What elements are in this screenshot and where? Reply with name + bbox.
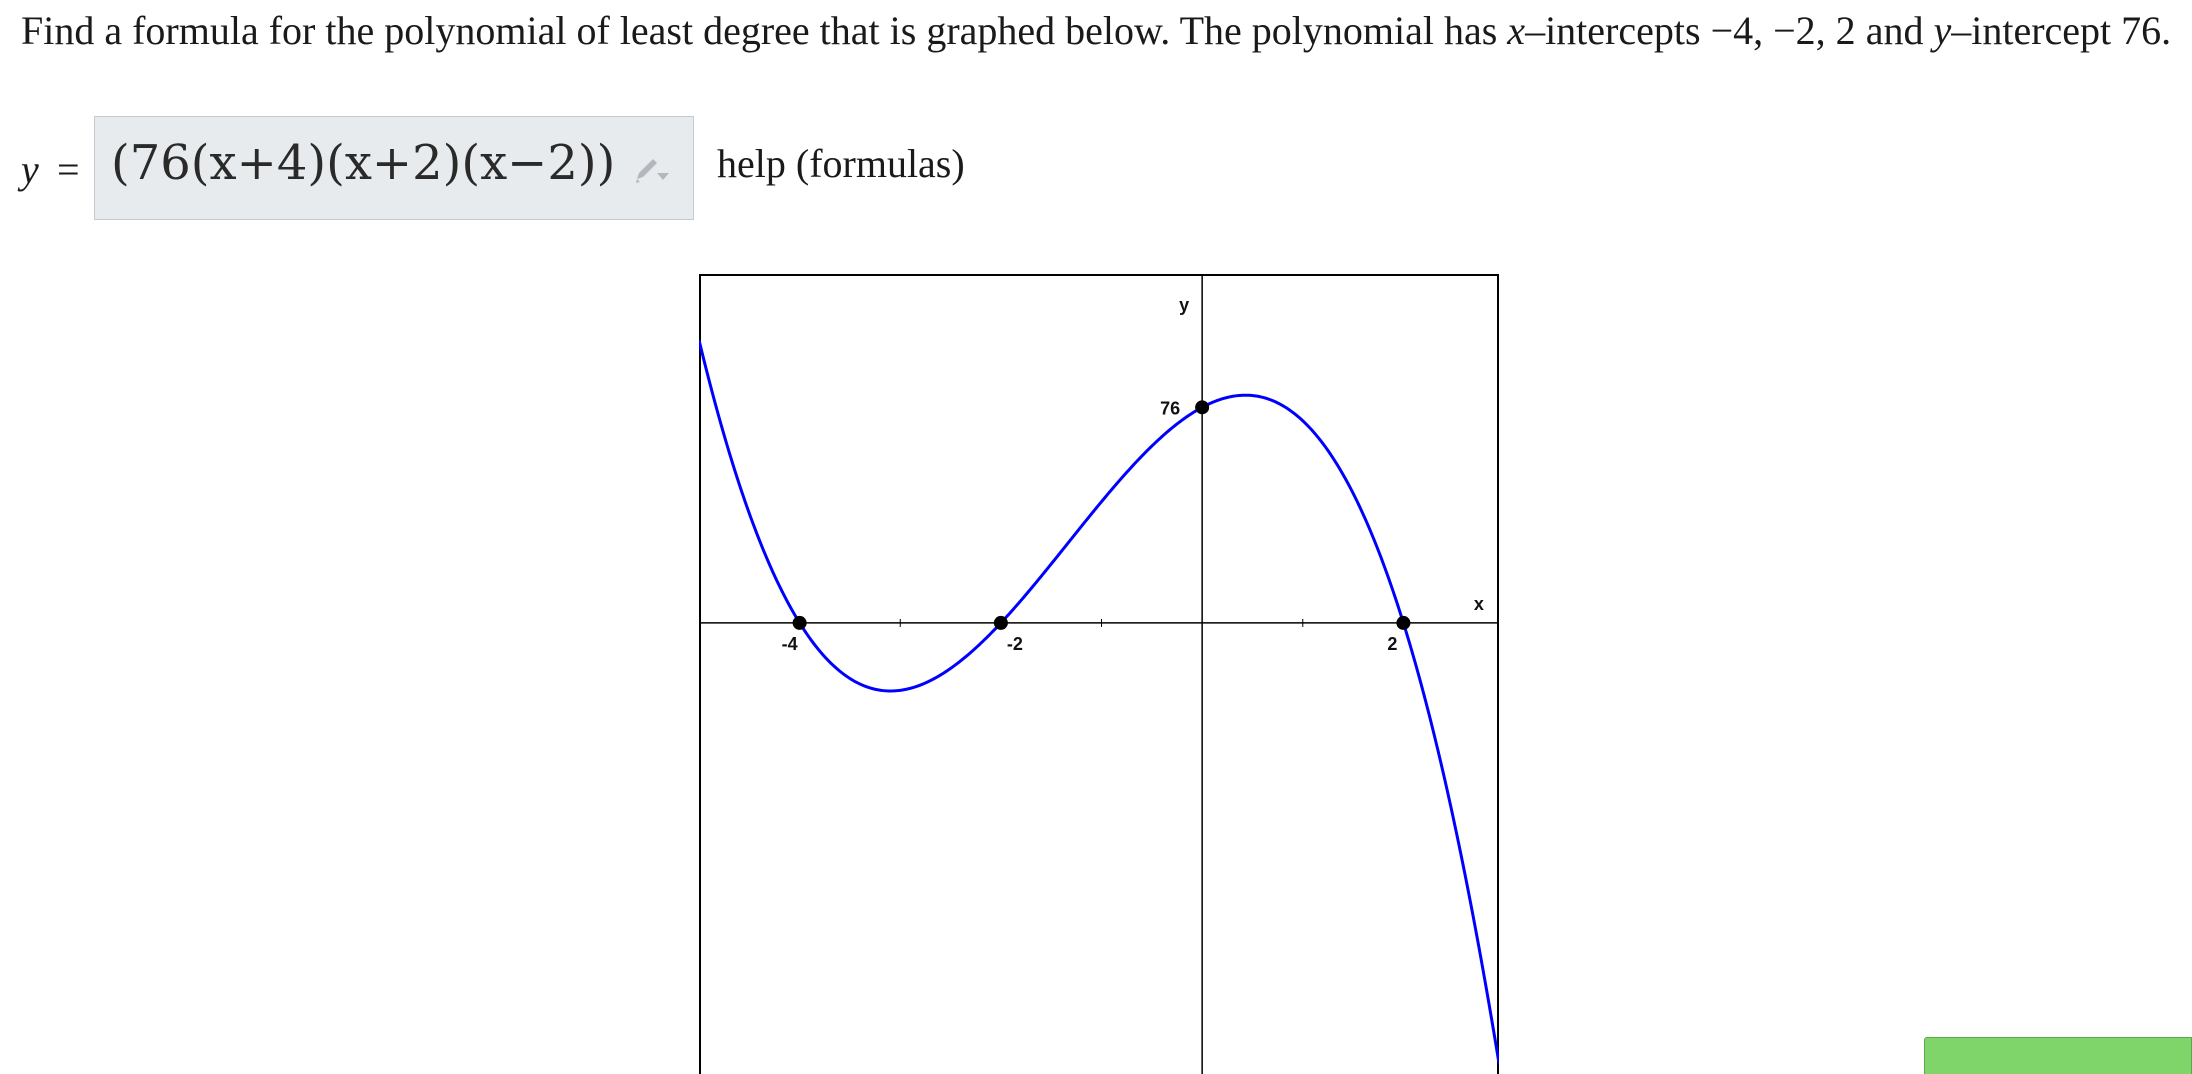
tick-label-76: 76 [1160,398,1180,418]
pencil-edit-icon[interactable] [631,155,675,187]
question-text-4: –intercept [1951,8,2122,53]
intercept-point [1396,615,1411,630]
polynomial-graph: -4 -2 2 76 x y [699,274,1499,1074]
tick-label-neg4: -4 [782,634,798,654]
answer-value: (76(x+4)(x+2)(x−2)) [111,135,616,191]
question-text-2: –intercepts [1525,8,1711,53]
tick-label-2: 2 [1387,634,1397,654]
intercept-point [1195,400,1210,415]
intercept-point [792,615,807,630]
graph-frame [699,274,1499,1074]
submit-button[interactable] [1924,1037,2192,1074]
answer-equals-sign: = [57,147,80,192]
question-y-intercept: 76. [2121,8,2172,53]
question-text-3: and [1855,8,1934,53]
tick-label-neg2: -2 [1007,634,1023,654]
question-x-intercepts: −4, −2, 2 [1710,8,1856,53]
page: Find a formula for the polynomial of lea… [0,0,2192,1074]
question-var-y: y [1933,8,1952,53]
x-axis-label: x [1474,594,1484,614]
intercept-point [993,615,1008,630]
answer-input[interactable]: (76(x+4)(x+2)(x−2)) [94,116,694,220]
question-var-x: x [1507,8,1526,53]
question-prompt: Find a formula for the polynomial of lea… [21,2,2181,60]
y-axis-label: y [1179,295,1189,315]
answer-y-label: y [21,147,39,192]
question-text-1: Find a formula for the polynomial of lea… [21,8,1508,53]
graph-svg: -4 -2 2 76 x y [699,274,1499,1074]
answer-row: y = (76(x+4)(x+2)(x−2)) help (formulas) [21,116,1221,222]
help-formulas-link[interactable]: help (formulas) [717,140,965,187]
